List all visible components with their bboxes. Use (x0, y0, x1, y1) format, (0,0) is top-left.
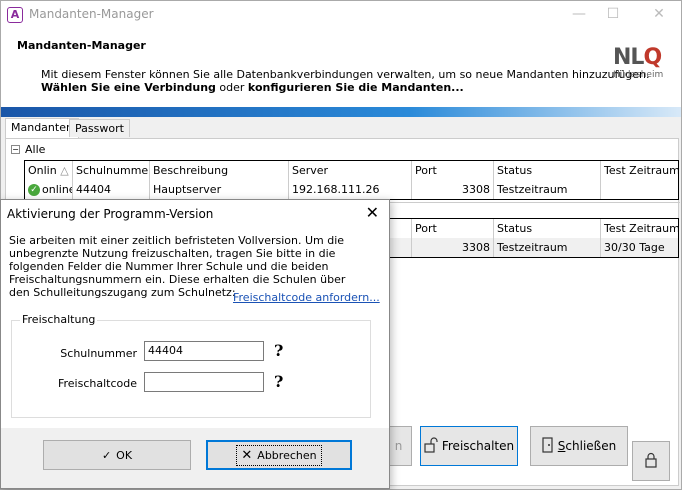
col-beschreibung[interactable]: Beschreibung (150, 161, 289, 180)
cancel-x-icon: ✕ (241, 447, 253, 463)
request-code-link[interactable]: Freischaltcode anfordern... (233, 291, 380, 304)
minimize-button[interactable]: — (569, 5, 589, 23)
header-panel: Mandanten-Manager Mit diesem Fenster kön… (1, 29, 681, 107)
freischaltcode-label: Freischaltcode (57, 377, 137, 390)
freischaltcode-input[interactable] (144, 372, 264, 392)
header-title: Mandanten-Manager (17, 39, 146, 52)
col2-test-zeitraum[interactable]: Test Zeitraum (601, 219, 678, 238)
configure-clients-text: konfigurieren Sie die Mandanten... (247, 81, 464, 94)
connections-grid: Onlin △ Schulnummer Beschreibung Server … (24, 160, 679, 200)
tab-passwort[interactable]: Passwort (69, 119, 130, 137)
online-check-icon: ✓ (28, 184, 40, 196)
ok-label: OK (116, 448, 133, 462)
freischaltung-group: Freischaltung Schulnummer 44404 ? Freisc… (11, 313, 371, 418)
logo-q: Q (643, 45, 662, 70)
status-cell: Testzeitraum (494, 180, 601, 199)
close-button[interactable]: Schließen (530, 426, 628, 466)
dialog-title: Aktivierung der Programm-Version (7, 207, 214, 221)
dialog-description: Sie arbeiten mit einer zeitlich befriste… (9, 234, 346, 299)
schulnummer-help-icon[interactable]: ? (274, 341, 283, 360)
schulnummer-label: Schulnummer (60, 347, 137, 360)
header-divider (1, 107, 681, 117)
check-icon: ✓ (101, 448, 112, 462)
col2-status[interactable]: Status (494, 219, 601, 238)
or-text: oder (219, 81, 245, 94)
tree-group-row[interactable]: − Alle (11, 143, 45, 156)
beschreibung-cell: Hauptserver (150, 180, 289, 199)
door-icon (542, 436, 554, 456)
ok-button[interactable]: ✓ OK (43, 440, 191, 470)
col2-port[interactable]: Port (412, 219, 494, 238)
port-cell: 3308 (412, 180, 494, 199)
col-server[interactable]: Server (289, 161, 412, 180)
title-bar: A Mandanten-Manager — ☐ ✕ (1, 1, 681, 29)
col-test-zeitraum[interactable]: Test Zeitraum (601, 161, 678, 180)
table-row[interactable]: ✓ online 44404 Hauptserver 192.168.111.26… (25, 180, 678, 199)
dialog-close-icon[interactable]: ✕ (366, 204, 379, 222)
dialog-body: Sie arbeiten mit einer zeitlich befriste… (1, 228, 389, 428)
sort-icon: △ (60, 164, 69, 177)
tab-mandanten[interactable]: Mandanten (5, 118, 79, 138)
unlock-button[interactable]: Freischalten (420, 426, 518, 466)
logo-text: NL (613, 45, 644, 70)
schulnummer-cell: 44404 (73, 180, 150, 199)
port-cell: 3308 (412, 238, 494, 257)
group-label: Freischaltung (20, 313, 98, 326)
collapse-icon[interactable]: − (11, 145, 20, 154)
schulnummer-input[interactable]: 44404 (144, 341, 264, 361)
tree-group-label: Alle (25, 143, 46, 156)
col-status[interactable]: Status (494, 161, 601, 180)
lock-button[interactable] (632, 441, 670, 481)
window-title: Mandanten-Manager (29, 7, 154, 21)
logo-subtitle: Hildesheim (613, 70, 664, 80)
online-cell: ✓ online (25, 180, 73, 199)
header-description: Mit diesem Fenster können Sie alle Daten… (41, 68, 650, 81)
unlock-label: Freischalten (441, 439, 515, 453)
close-label: Schließen (557, 439, 617, 453)
status-cell: Testzeitraum (494, 238, 601, 257)
app-icon: A (7, 7, 23, 23)
cancel-label: Abbrechen (257, 448, 317, 462)
test-zeitraum-cell (601, 180, 678, 199)
grid-header: Onlin △ Schulnummer Beschreibung Server … (25, 161, 678, 180)
server-cell: 192.168.111.26 (289, 180, 412, 199)
lock-icon (644, 452, 658, 471)
nlq-logo: NLQ Hildesheim (613, 45, 673, 81)
col-port[interactable]: Port (412, 161, 494, 180)
col-online[interactable]: Onlin △ (25, 161, 73, 180)
select-connection-text: Wählen Sie eine Verbindung (41, 81, 216, 94)
activation-dialog: Aktivierung der Programm-Version ✕ Sie a… (0, 199, 390, 489)
freischaltcode-help-icon[interactable]: ? (274, 372, 283, 391)
cancel-button[interactable]: ✕ Abbrechen (206, 440, 352, 470)
unlock-icon (424, 436, 438, 456)
close-window-button[interactable]: ✕ (649, 5, 669, 23)
dialog-title-bar: Aktivierung der Programm-Version ✕ (1, 200, 389, 228)
col-schulnummer[interactable]: Schulnummer (73, 161, 150, 180)
test-zeitraum-cell: 30/30 Tage (601, 238, 678, 257)
header-instructions: Wählen Sie eine Verbindung oder konfigur… (41, 81, 464, 94)
maximize-button[interactable]: ☐ (603, 5, 623, 23)
